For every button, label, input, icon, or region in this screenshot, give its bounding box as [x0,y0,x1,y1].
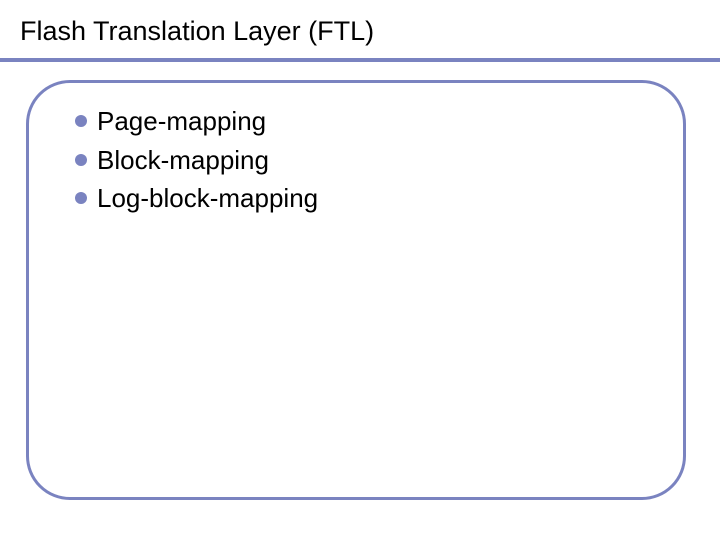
list-item: Block-mapping [75,144,637,177]
bullet-icon [75,115,87,127]
bullet-list: Page-mapping Block-mapping Log-block-map… [75,105,637,215]
content-box: Page-mapping Block-mapping Log-block-map… [26,80,686,500]
slide: Flash Translation Layer (FTL) Page-mappi… [0,0,720,540]
bullet-text: Log-block-mapping [97,182,318,215]
bullet-text: Page-mapping [97,105,266,138]
bullet-text: Block-mapping [97,144,269,177]
bullet-icon [75,154,87,166]
title-underline [0,58,720,62]
bullet-icon [75,192,87,204]
list-item: Log-block-mapping [75,182,637,215]
slide-title: Flash Translation Layer (FTL) [20,16,374,47]
list-item: Page-mapping [75,105,637,138]
